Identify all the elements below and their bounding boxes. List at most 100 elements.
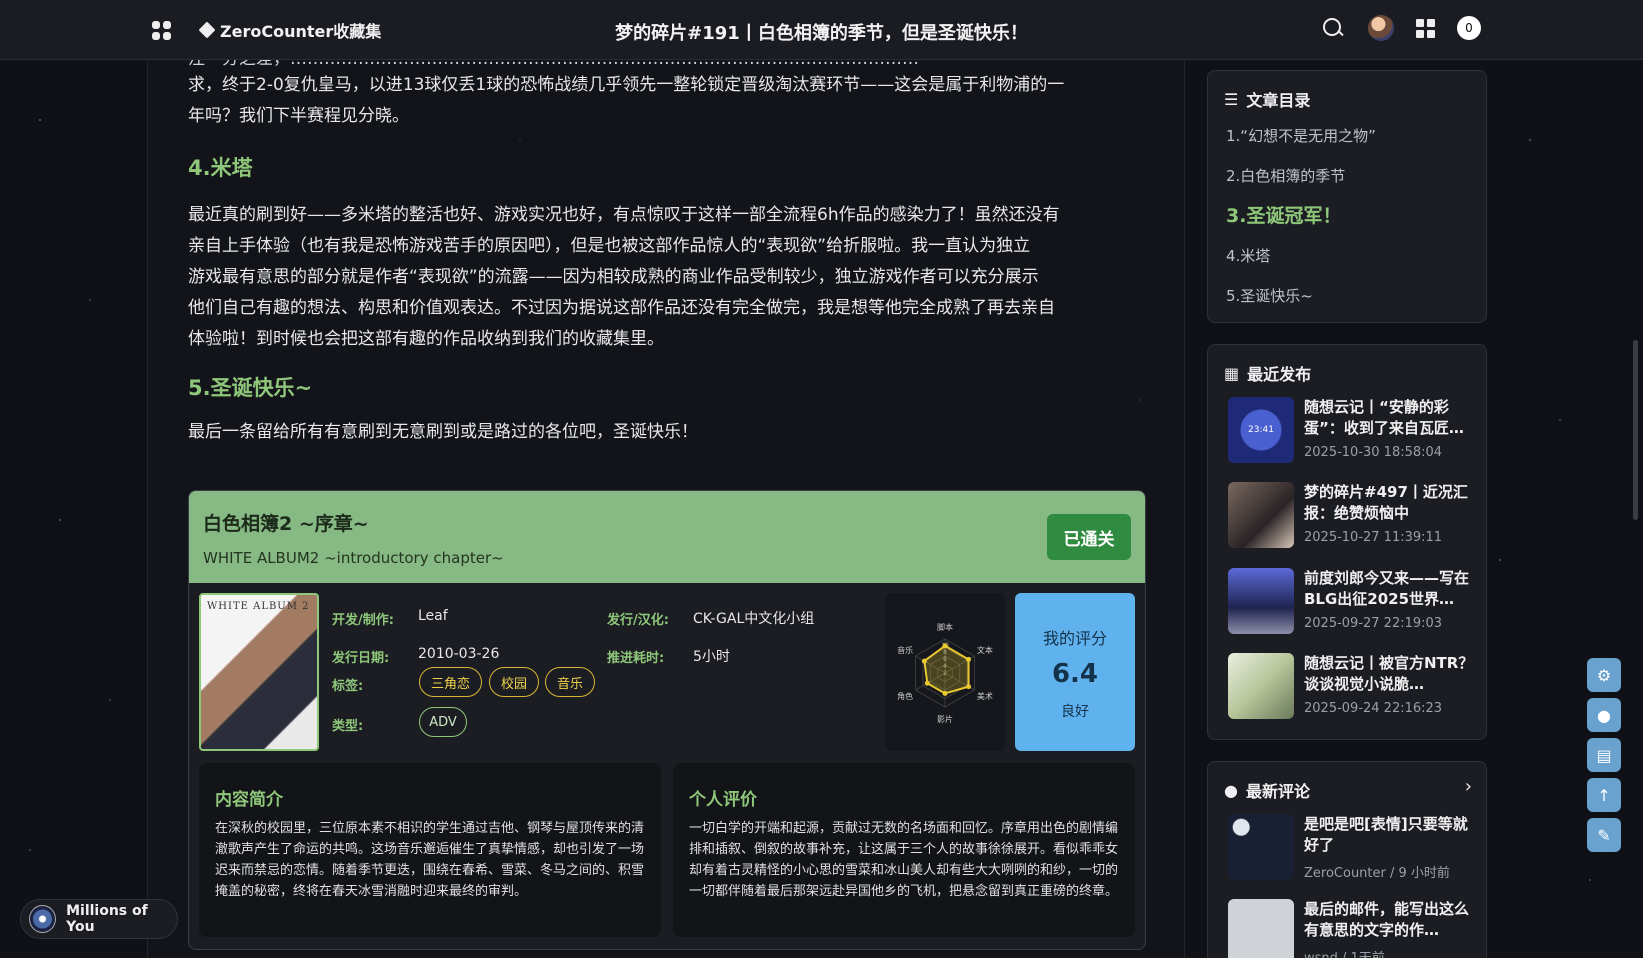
- post-date: 2025-09-27 22:19:03: [1304, 616, 1443, 631]
- post-title: 随想云记丨被官方NTR？谈谈视觉小说脆…: [1304, 654, 1474, 693]
- toc-title: ☰ 文章目录: [1224, 87, 1310, 111]
- brand-name: ZeroCounter收藏集: [220, 22, 382, 41]
- my-score-panel: 我的评分 6.4 良好: [1015, 593, 1135, 751]
- latest-comments-card: ● 最新评论 › 是吧是吧[表情]只要等就好了 ZeroCounter / 9 …: [1207, 761, 1487, 958]
- recent-post-item[interactable]: 23:41 随想云记丨“安静的彩蛋”：收到了来自瓦匠… 2025-10-30 1…: [1228, 397, 1478, 467]
- comment-item[interactable]: 最后的邮件，能写出这么有意思的文字的作… wsnd / 1天前: [1228, 899, 1478, 958]
- release-date-value: 2010-03-26: [418, 646, 500, 662]
- post-title: 前度刘郎今又来——写在BLG出征2025世界…: [1304, 569, 1470, 608]
- game-title: 白色相簿2 ~序章~: [203, 513, 369, 535]
- radar-point: [966, 656, 972, 662]
- cover-logo-text: WHITE ALBUM 2: [207, 601, 310, 612]
- comment-text: 是吧是吧[表情]只要等就好了: [1304, 815, 1468, 854]
- apps-icon[interactable]: [1416, 18, 1435, 38]
- post-thumbnail: [1228, 568, 1294, 634]
- comment-avatar: [1228, 814, 1294, 880]
- review-text: 一切白学的开端和起源，贡献过无数的名场面和回忆。序章用出色的剧情编排和插叙、倒叙…: [689, 821, 1119, 899]
- tag-chip[interactable]: 音乐: [545, 667, 595, 697]
- article-paragraph: 求，终于2-0复仇皇马，以进13球仅丢1球的恐怖战绩几乎领先一整轮锁定晋级淘汰赛…: [188, 75, 1065, 95]
- search-icon[interactable]: [1320, 15, 1346, 41]
- cleared-status-button[interactable]: 已通关: [1047, 514, 1131, 560]
- comment-bubble-icon[interactable]: ●: [1587, 698, 1621, 732]
- score-word: 良好: [1061, 704, 1089, 720]
- recent-post-item[interactable]: 前度刘郎今又来——写在BLG出征2025世界… 2025-09-27 22:19…: [1228, 568, 1478, 638]
- site-brand[interactable]: ZeroCounter收藏集: [198, 18, 382, 42]
- review-panel: 个人评价 一切白学的开端和起源，贡献过无数的名场面和回忆。序章用出色的剧情编排和…: [673, 763, 1135, 937]
- recent-post-item[interactable]: 梦的碎片#497丨近况汇报：绝赞烦恼中 2025-10-27 11:39:11: [1228, 482, 1478, 552]
- post-thumbnail: [1228, 482, 1294, 548]
- post-title: 随想云记丨“安静的彩蛋”：收到了来自瓦匠…: [1304, 398, 1464, 437]
- article-line: 体验啦！到时候也会把这部有趣的作品收纳到我们的收藏集里。: [188, 329, 664, 349]
- play-disc-icon[interactable]: [29, 905, 57, 933]
- toc-item[interactable]: 2.白色相簿的季节: [1226, 165, 1345, 186]
- main-content: 注一分之差，……………………………………………………………………………………………: [147, 49, 1185, 958]
- radar-point: [942, 690, 948, 696]
- comment-avatar: [1228, 899, 1294, 958]
- post-title: 梦的碎片#497丨近况汇报：绝赞烦恼中: [1304, 483, 1468, 522]
- recent-title-text: 最近发布: [1247, 365, 1312, 384]
- game-card: 白色相簿2 ~序章~ WHITE ALBUM2 ~introductory ch…: [188, 490, 1146, 950]
- post-thumbnail: [1228, 653, 1294, 719]
- post-date: 2025-09-24 22:16:23: [1304, 701, 1443, 716]
- track-title: Millions of You: [66, 903, 148, 935]
- mita-paragraph: 最近真的刷到好——多米塔的整活也好、游戏实况也好，有点惊叹于这样一部全流程6h作…: [188, 200, 1148, 355]
- playtime-label: 推进耗时:: [607, 651, 665, 666]
- cube-icon: [198, 21, 216, 39]
- comments-title: ● 最新评论: [1224, 778, 1310, 802]
- music-player[interactable]: Millions of You: [20, 899, 178, 939]
- recent-post-item[interactable]: 随想云记丨被官方NTR？谈谈视觉小说脆… 2025-09-24 22:16:23: [1228, 653, 1478, 723]
- recent-posts-card: ▦ 最近发布 23:41 随想云记丨“安静的彩蛋”：收到了来自瓦匠… 2025-…: [1207, 344, 1487, 740]
- page-scrollbar[interactable]: [1633, 340, 1638, 520]
- publisher-label: 发行/汉化:: [607, 613, 669, 628]
- settings-gear-icon[interactable]: ⚙: [1587, 658, 1621, 692]
- article-line: 最近真的刷到好——多米塔的整活也好、游戏实况也好，有点惊叹于这样一部全流程6h作…: [188, 205, 1060, 225]
- comment-text: 最后的邮件，能写出这么有意思的文字的作…: [1304, 900, 1470, 939]
- edit-pencil-icon[interactable]: ✎: [1587, 818, 1621, 852]
- radar-axis-label: 文本: [977, 645, 993, 655]
- article-line: 他们自己有趣的想法、构思和价值观表达。不过因为据说这部作品还没有完全做完，我是想…: [188, 298, 1055, 318]
- score-value: 6.4: [1051, 659, 1099, 689]
- radar-axis-label: 音乐: [897, 645, 913, 655]
- comment-meta: wsnd / 1天前: [1304, 947, 1385, 958]
- radar-axis-label: 脚本: [937, 622, 953, 632]
- radar-point: [921, 658, 927, 664]
- post-date: 2025-10-30 18:58:04: [1304, 445, 1443, 460]
- tag-chip[interactable]: 三角恋: [419, 667, 482, 697]
- score-label: 我的评分: [1042, 629, 1107, 648]
- comment-item[interactable]: 是吧是吧[表情]只要等就好了 ZeroCounter / 9 小时前: [1228, 814, 1478, 884]
- publisher-value: CK-GAL中文化小组: [693, 611, 815, 627]
- section-heading-mita: 4.米塔: [188, 156, 253, 180]
- arrow-up-icon[interactable]: ↑: [1587, 778, 1621, 812]
- comment-icon: ●: [1224, 780, 1238, 800]
- toc-card: ☰ 文章目录 1.“幻想不是无用之物” 2.白色相簿的季节 3.圣诞冠军！ 4.…: [1207, 70, 1487, 323]
- developer-label: 开发/制作:: [332, 613, 394, 628]
- notification-badge[interactable]: 0: [1457, 16, 1481, 40]
- post-date: 2025-10-27 11:39:11: [1304, 530, 1443, 545]
- comment-meta: ZeroCounter / 9 小时前: [1304, 866, 1450, 881]
- toc-item-active[interactable]: 3.圣诞冠军！: [1226, 201, 1341, 228]
- game-card-header: 白色相簿2 ~序章~ WHITE ALBUM2 ~introductory ch…: [189, 491, 1145, 583]
- radar-axis-label: 角色: [897, 691, 913, 701]
- radar-point: [942, 643, 948, 649]
- tag-chip[interactable]: 校园: [489, 667, 539, 697]
- intro-panel: 内容简介 在深秋的校园里，三位原本素不相识的学生通过吉他、钢琴与屋顶传来的清澈歌…: [199, 763, 661, 937]
- avatar[interactable]: [1368, 15, 1394, 41]
- comments-title-text: 最新评论: [1245, 782, 1310, 801]
- reader-mode-icon[interactable]: ▤: [1587, 738, 1621, 772]
- radar-score-area: [923, 644, 970, 695]
- developer-value: Leaf: [418, 608, 448, 624]
- toc-title-text: 文章目录: [1246, 91, 1311, 110]
- list-icon: ☰: [1224, 89, 1239, 109]
- top-navbar: ZeroCounter收藏集 梦的碎片#191丨白色相簿的季节，但是圣诞快乐！ …: [0, 0, 1643, 60]
- toc-item[interactable]: 5.圣诞快乐~: [1226, 285, 1313, 306]
- menu-icon[interactable]: [152, 20, 171, 40]
- toc-item[interactable]: 4.米塔: [1226, 245, 1270, 266]
- article-line: 亲自上手体验（也有我是恐怖游戏苦手的原因吧），但是也被这部作品惊人的“表现欲”给…: [188, 236, 1031, 256]
- chevron-right-icon[interactable]: ›: [1465, 776, 1472, 797]
- toc-item[interactable]: 1.“幻想不是无用之物”: [1226, 125, 1376, 146]
- intro-title: 内容简介: [215, 790, 283, 810]
- release-date-label: 发行日期:: [332, 651, 390, 666]
- article-paragraph: 最后一条留给所有有意刷到无意刷到或是路过的各位吧，圣诞快乐！: [188, 422, 698, 442]
- type-chip[interactable]: ADV: [419, 707, 467, 737]
- game-cover-image[interactable]: WHITE ALBUM 2: [199, 593, 319, 751]
